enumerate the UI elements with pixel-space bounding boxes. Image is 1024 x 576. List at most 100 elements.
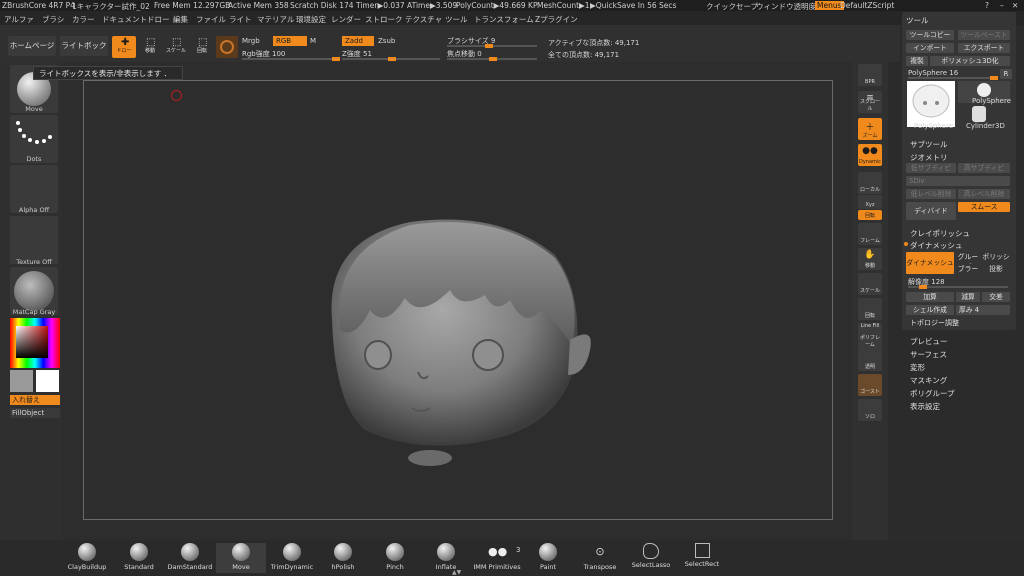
draw-mode-button[interactable]: ✚ ドロー bbox=[112, 36, 136, 58]
brush-claybuildup[interactable]: ClayBuildup bbox=[62, 543, 112, 573]
brush-move[interactable]: Move bbox=[216, 543, 266, 573]
add-toggle[interactable]: 加算 bbox=[906, 292, 954, 302]
menu-color[interactable]: カラー bbox=[72, 14, 95, 25]
sculpt-model[interactable] bbox=[300, 200, 600, 470]
transparent-button[interactable]: 透明 bbox=[858, 349, 882, 371]
tool-slider[interactable] bbox=[908, 76, 998, 80]
thickness-slider[interactable]: 厚み 4 bbox=[956, 305, 1010, 315]
solo-button[interactable]: ソロ bbox=[858, 399, 882, 421]
menu-alpha[interactable]: アルファ bbox=[4, 14, 34, 25]
scale-mode-button[interactable]: ⬚ スケール bbox=[164, 36, 188, 58]
clone-button[interactable]: 複製 bbox=[906, 56, 928, 66]
brush-inflate[interactable]: Inflate bbox=[421, 543, 471, 573]
r-button[interactable]: R bbox=[1000, 69, 1012, 79]
minimize-icon[interactable]: – bbox=[1000, 1, 1004, 10]
move-view-button[interactable]: ✋ 移動 bbox=[858, 248, 882, 270]
brush-size-slider[interactable] bbox=[447, 44, 537, 48]
menu-transform[interactable]: トランスフォーム bbox=[474, 14, 534, 25]
texture-thumbnail[interactable] bbox=[10, 216, 58, 264]
claypolish-header[interactable]: クレイポリッシュ bbox=[910, 228, 970, 239]
brush-size-handle[interactable] bbox=[485, 44, 493, 48]
rotate-axis-button[interactable]: 回転 bbox=[858, 210, 882, 220]
rgb-intensity-handle[interactable] bbox=[332, 57, 340, 61]
rotate-view-button[interactable]: 回転 bbox=[858, 298, 882, 320]
fill-object-button[interactable]: FillObject bbox=[10, 408, 60, 418]
material-swatch[interactable] bbox=[216, 36, 238, 58]
rgb-toggle[interactable]: RGB bbox=[273, 36, 307, 46]
bpr-button[interactable]: BPR bbox=[858, 64, 882, 86]
resolution-slider[interactable] bbox=[908, 285, 1008, 289]
brush-selectlasso[interactable]: SelectLasso bbox=[626, 543, 676, 573]
tool-slider-handle[interactable] bbox=[990, 76, 998, 80]
geometry-header[interactable]: ジオメトリ bbox=[910, 152, 948, 163]
move-mode-button[interactable]: ⬚ 移動 bbox=[138, 36, 162, 58]
local-button[interactable]: ローカル bbox=[858, 172, 882, 194]
home-page-button[interactable]: ホームページ bbox=[8, 36, 56, 56]
create-shell-button[interactable]: シェル作成 bbox=[906, 305, 954, 315]
sdiv-slider[interactable]: SDiv bbox=[906, 176, 1010, 186]
del-higher-button[interactable]: 高レベル削除 bbox=[958, 189, 1010, 199]
ghost-button[interactable]: ゴースト bbox=[858, 374, 882, 396]
polygroups-header[interactable]: ポリグループ bbox=[910, 388, 955, 399]
masking-header[interactable]: マスキング bbox=[910, 375, 947, 386]
primary-color-swatch[interactable] bbox=[36, 370, 59, 392]
polyframe-button[interactable]: Line Fill ポリフレーム bbox=[858, 323, 882, 349]
menu-file[interactable]: ファイル bbox=[196, 14, 226, 25]
menu-light[interactable]: ライト bbox=[229, 14, 252, 25]
sub-toggle[interactable]: 減算 bbox=[956, 292, 980, 302]
zsub-toggle[interactable]: Zsub bbox=[378, 37, 395, 45]
cylinder-icon[interactable] bbox=[972, 106, 986, 122]
menu-zplugin[interactable]: Zプラグイン bbox=[535, 14, 578, 25]
higher-subdiv-button[interactable]: 高サブディビ bbox=[958, 163, 1010, 173]
surface-header[interactable]: サーフェス bbox=[910, 349, 947, 360]
brush-selectrect[interactable]: SelectRect bbox=[677, 543, 727, 573]
mrgb-toggle[interactable]: Mrgb bbox=[242, 37, 260, 45]
rgb-intensity-slider[interactable] bbox=[242, 57, 340, 61]
polish-toggle[interactable]: ポリッシュ bbox=[982, 252, 1010, 271]
menu-render[interactable]: レンダー bbox=[331, 14, 361, 25]
brush-pinch[interactable]: Pinch bbox=[370, 543, 420, 573]
swap-colors-button[interactable]: 入れ替え bbox=[10, 395, 60, 405]
scroll-button[interactable]: ≡ スクロール bbox=[858, 91, 882, 113]
deformation-header[interactable]: 変形 bbox=[910, 362, 925, 373]
resolution-handle[interactable] bbox=[919, 285, 927, 289]
lightbox-button[interactable]: ライトボックス bbox=[60, 36, 108, 70]
make-polymesh3d-button[interactable]: ポリメッシュ3D化 bbox=[930, 56, 1010, 66]
menu-edit[interactable]: 編集 bbox=[173, 14, 188, 25]
export-button[interactable]: エクスポート bbox=[958, 43, 1010, 53]
menu-preferences[interactable]: 環境設定 bbox=[296, 14, 326, 25]
dynamesh-button[interactable]: ダイナメッシュ bbox=[906, 252, 954, 274]
shelf-arrows-icon[interactable]: ▲▼ bbox=[452, 569, 461, 576]
menu-stroke[interactable]: ストローク bbox=[365, 14, 403, 25]
tool-paste-button[interactable]: ツールペースト bbox=[958, 30, 1010, 40]
focal-shift-slider[interactable] bbox=[447, 57, 537, 61]
subtool-header[interactable]: サブツール bbox=[910, 139, 948, 150]
secondary-color-swatch[interactable] bbox=[10, 370, 33, 392]
display-header[interactable]: 表示設定 bbox=[910, 401, 940, 412]
color-picker[interactable] bbox=[10, 318, 60, 368]
intersect-toggle[interactable]: 交差 bbox=[982, 292, 1010, 302]
menu-tool[interactable]: ツール bbox=[445, 14, 468, 25]
color-square[interactable] bbox=[16, 326, 48, 358]
import-button[interactable]: インポート bbox=[906, 43, 954, 53]
blur-slider[interactable]: ブラー bbox=[956, 264, 980, 274]
frame-button[interactable]: フレーム bbox=[858, 223, 882, 245]
menu-material[interactable]: マテリアル bbox=[257, 14, 294, 25]
projection-toggle[interactable]: 投影 bbox=[982, 264, 1010, 274]
z-intensity-handle[interactable] bbox=[388, 57, 396, 61]
menu-brush[interactable]: ブラシ bbox=[42, 14, 64, 25]
dynamic-button[interactable]: ●● Dynamic bbox=[858, 144, 882, 166]
menu-document[interactable]: ドキュメント bbox=[102, 14, 147, 25]
groups-toggle[interactable]: グループ bbox=[956, 252, 980, 271]
divide-button[interactable]: ディバイド bbox=[906, 202, 956, 220]
brush-paint[interactable]: Paint bbox=[523, 543, 573, 573]
brush-standard[interactable]: Standard bbox=[114, 543, 164, 573]
z-intensity-slider[interactable] bbox=[342, 57, 440, 61]
brush-imm-primitives[interactable]: ●● IMM Primitives bbox=[472, 543, 522, 573]
zadd-toggle[interactable]: Zadd bbox=[342, 36, 374, 46]
preview-header[interactable]: プレビュー bbox=[910, 336, 948, 347]
default-zscript[interactable]: DefaultZScript bbox=[840, 1, 894, 10]
help-icon[interactable]: ? bbox=[985, 1, 989, 10]
rotate-mode-button[interactable]: ⬚ 回転 bbox=[190, 36, 214, 58]
brush-hpolish[interactable]: hPolish bbox=[318, 543, 368, 573]
